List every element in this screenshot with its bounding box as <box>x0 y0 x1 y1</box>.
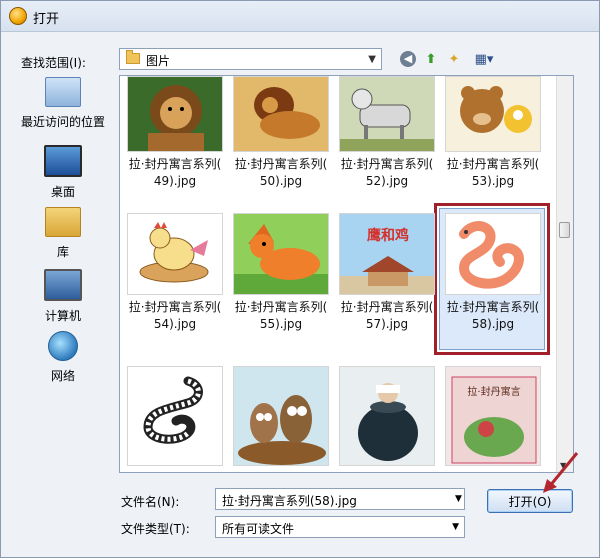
file-item[interactable]: 拉·封丹寓言系列( 49).jpg <box>122 76 228 190</box>
file-name-line2: 58).jpg <box>471 317 515 331</box>
up-folder-button[interactable]: ⬆ <box>421 49 441 69</box>
place-label: 最近访问的位置 <box>20 115 105 129</box>
file-item[interactable]: 拉·封丹寓言 <box>440 366 546 466</box>
desktop-icon <box>44 145 82 177</box>
place-label: 库 <box>56 245 69 259</box>
chevron-down-icon[interactable]: ▼ <box>452 522 459 532</box>
file-item-selected[interactable]: 拉·封丹寓言系列( 58).jpg <box>440 213 546 333</box>
annotation-arrow-icon <box>543 452 579 493</box>
thumbnail-book: 拉·封丹寓言 <box>445 366 541 466</box>
place-label: 计算机 <box>44 309 81 323</box>
back-button[interactable]: ◀ <box>398 49 418 69</box>
thumbnail-donkey <box>339 76 435 152</box>
library-icon <box>45 207 81 237</box>
vertical-scrollbar[interactable]: ▼ <box>556 76 573 472</box>
place-recent[interactable]: 最近访问的位置 <box>15 77 111 130</box>
file-name-input[interactable]: 拉·封丹寓言系列(58).jpg <box>215 488 465 510</box>
thumbnail-jar <box>339 366 435 466</box>
file-name-line1: 拉·封丹寓言系列( <box>234 300 328 314</box>
look-in-value: 图片 <box>146 54 171 68</box>
window-title: 打开 <box>33 12 60 27</box>
app-icon <box>9 7 27 25</box>
file-name-line1: 拉·封丹寓言系列( <box>128 157 222 171</box>
file-name-line1: 拉·封丹寓言系列( <box>340 157 434 171</box>
file-item[interactable] <box>122 366 228 466</box>
thumbnail-bear <box>445 76 541 152</box>
place-label: 桌面 <box>50 185 75 199</box>
thumbnail-banner-text: 鹰和鸡 <box>367 227 409 244</box>
place-computer[interactable]: 计算机 <box>15 269 111 324</box>
place-label: 网络 <box>50 369 75 383</box>
places-bar: 最近访问的位置 桌面 库 计算机 网络 <box>15 73 111 473</box>
new-folder-button[interactable]: ✦ <box>444 49 464 69</box>
file-item[interactable]: 鹰和鸡 拉·封丹寓言系列( 57).jpg <box>334 213 440 333</box>
computer-icon <box>44 269 82 301</box>
place-desktop[interactable]: 桌面 <box>15 145 111 200</box>
thumbnail-hen <box>127 213 223 295</box>
look-in-dropdown[interactable]: 图片 ▼ <box>119 48 382 70</box>
file-name-line1: 拉·封丹寓言系列( <box>446 157 540 171</box>
file-name-line2: 57).jpg <box>365 317 409 331</box>
recent-places-icon <box>45 77 81 107</box>
file-name-line1: 拉·封丹寓言系列( <box>340 300 434 314</box>
view-menu-button[interactable]: ▦▾ <box>469 49 499 69</box>
thumbnail-house: 鹰和鸡 <box>339 213 435 295</box>
thumbnail-fox <box>233 213 329 295</box>
thumbnail-snake <box>445 213 541 295</box>
thumbnail-banner-text: 拉·封丹寓言 <box>467 385 520 398</box>
file-name-line2: 54).jpg <box>153 317 197 331</box>
file-type-label: 文件类型(T): <box>121 522 190 536</box>
file-list-view[interactable]: 拉·封丹寓言系列( 49).jpg 拉·封丹寓言系列( 50).jpg 拉·封丹寓言… <box>119 75 574 473</box>
file-item[interactable]: 拉·封丹寓言系列( 54).jpg <box>122 213 228 333</box>
view-grid-icon: ▦▾ <box>474 51 494 67</box>
file-name-line2: 49).jpg <box>153 174 197 188</box>
file-type-value: 所有可读文件 <box>222 522 295 536</box>
file-item[interactable]: 拉·封丹寓言系列( 52).jpg <box>334 76 440 190</box>
file-name-line1: 拉·封丹寓言系列( <box>234 157 328 171</box>
place-library[interactable]: 库 <box>15 207 111 260</box>
file-item[interactable]: 拉·封丹寓言系列( 53).jpg <box>440 76 546 190</box>
file-name-line2: 52).jpg <box>365 174 409 188</box>
file-name-line1: 拉·封丹寓言系列( <box>128 300 222 314</box>
file-item[interactable] <box>228 366 334 466</box>
back-arrow-icon: ◀ <box>400 51 416 67</box>
look-in-label: 查找范围(I): <box>21 56 86 70</box>
file-name-label: 文件名(N): <box>121 495 180 509</box>
up-folder-icon: ⬆ <box>425 51 437 67</box>
new-folder-icon: ✦ <box>448 51 460 67</box>
thumbnail-lion2 <box>233 76 329 152</box>
file-name-line2: 53).jpg <box>471 174 515 188</box>
thumbnail-snake-outline <box>127 366 223 466</box>
title-bar[interactable]: 打开 <box>1 1 599 32</box>
network-icon <box>48 331 78 361</box>
file-name-line1: 拉·封丹寓言系列( <box>446 300 540 314</box>
thumbnail-owls <box>233 366 329 466</box>
thumbnail-lion <box>127 76 223 152</box>
place-network[interactable]: 网络 <box>15 331 111 384</box>
file-item[interactable]: 拉·封丹寓言系列( 55).jpg <box>228 213 334 333</box>
file-type-select[interactable]: 所有可读文件 ▼ <box>215 516 465 538</box>
file-name-line2: 55).jpg <box>259 317 303 331</box>
folder-icon <box>126 50 140 64</box>
open-file-dialog: 打开 查找范围(I): 图片 ▼ ◀ ⬆ ✦ ▦▾ 最近访问的位置 桌面 库 计… <box>0 0 600 558</box>
file-name-dropdown-icon[interactable]: ▼ <box>455 494 462 504</box>
scrollbar-thumb[interactable] <box>559 222 570 238</box>
file-item[interactable] <box>334 366 440 466</box>
chevron-down-icon[interactable]: ▼ <box>368 54 376 65</box>
file-name-line2: 50).jpg <box>259 174 303 188</box>
file-item[interactable]: 拉·封丹寓言系列( 50).jpg <box>228 76 334 190</box>
